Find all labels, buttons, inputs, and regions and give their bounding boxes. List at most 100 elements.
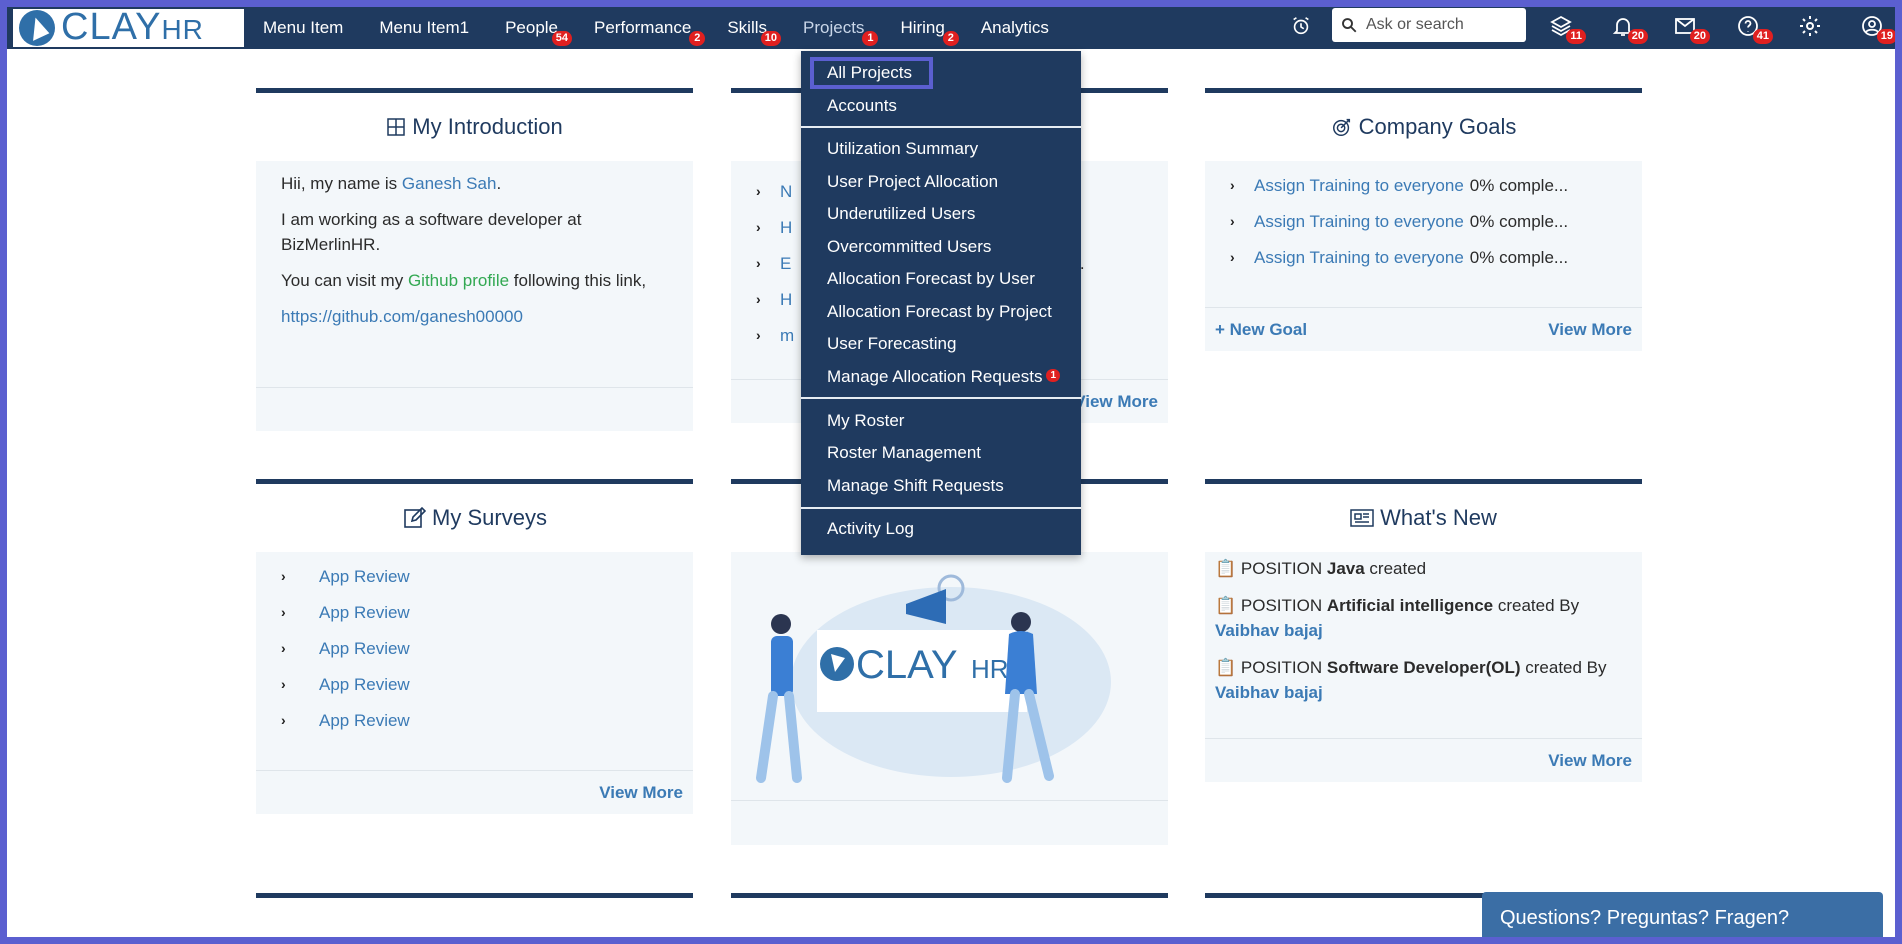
layers-icon[interactable]: 11 <box>1548 13 1586 44</box>
goal-row[interactable]: › Assign Training to everyone 0% comple... <box>1230 203 1617 239</box>
logo-text: CLAY <box>61 5 162 48</box>
support-badge: 19 <box>1876 29 1897 44</box>
performance-badge: 2 <box>689 31 706 46</box>
intro-title: My Introduction <box>412 114 563 139</box>
menu-item-user-project-allocation[interactable]: User Project Allocation <box>827 172 998 192</box>
menu-item-activity-log[interactable]: Activity Log <box>827 519 914 539</box>
chevron-right-icon: › <box>756 326 761 343</box>
menu-item-allocation-forecast-by-user[interactable]: Allocation Forecast by User <box>827 269 1035 289</box>
bell-icon[interactable]: 20 <box>1610 13 1648 44</box>
news-item: 📋 POSITION Software Developer(OL) create… <box>1215 658 1607 702</box>
chevron-right-icon: › <box>281 675 286 692</box>
survey-row[interactable]: › App Review <box>281 558 668 594</box>
menu-item-manage-shift-requests[interactable]: Manage Shift Requests <box>827 476 1004 496</box>
nav-menu-item1[interactable]: Menu Item1 <box>379 18 469 38</box>
nav-skills[interactable]: Skills 10 <box>727 18 782 46</box>
bottom-card-top <box>256 893 693 898</box>
search-icon <box>1342 18 1357 33</box>
newspaper-icon <box>1350 508 1374 528</box>
hiring-badge: 2 <box>942 31 959 46</box>
menu-item-utilization-summary[interactable]: Utilization Summary <box>827 139 978 159</box>
layers-badge: 11 <box>1566 29 1586 44</box>
chevron-right-icon: › <box>1230 212 1235 229</box>
survey-row[interactable]: › App Review <box>281 702 668 738</box>
illustration-logo-suffix: HR <box>971 654 1009 684</box>
projects-dropdown-menu: All Projects Accounts Utilization Summar… <box>801 51 1081 555</box>
chevron-right-icon: › <box>1230 248 1235 265</box>
chevron-right-icon: › <box>281 639 286 656</box>
support-icon[interactable]: 19 <box>1859 13 1897 44</box>
search-box[interactable] <box>1332 8 1526 42</box>
menu-divider <box>801 397 1081 399</box>
menu-item-user-forecasting[interactable]: User Forecasting <box>827 334 956 354</box>
github-profile-link[interactable]: Github profile <box>408 271 509 290</box>
nav-performance[interactable]: Performance 2 <box>594 18 706 46</box>
alarm-clock-icon[interactable] <box>1288 13 1314 39</box>
intro-occupation: I am working as a software developer at … <box>281 210 582 254</box>
whats-new-view-more-link[interactable]: View More <box>1548 751 1632 771</box>
news-item: 📋 POSITION Java created <box>1215 559 1427 578</box>
github-url-link[interactable]: https://github.com/ganesh00000 <box>281 307 523 326</box>
nav-hiring[interactable]: Hiring 2 <box>900 18 959 46</box>
news-author-link[interactable]: Vaibhav bajaj <box>1215 621 1323 640</box>
surveys-view-more-link[interactable]: View More <box>599 783 683 803</box>
menu-item-roster-management[interactable]: Roster Management <box>827 443 981 463</box>
survey-row[interactable]: › App Review <box>281 630 668 666</box>
menu-item-overcommitted-users[interactable]: Overcommitted Users <box>827 237 991 257</box>
logo-suffix: HR <box>161 13 204 45</box>
goal-row[interactable]: › Assign Training to everyone 0% comple... <box>1230 239 1617 275</box>
whats-new-title: What's New <box>1380 505 1497 530</box>
top-navbar: CLAYHR Menu Item Menu Item1 People 54 Per… <box>7 5 1897 49</box>
skills-badge: 10 <box>760 31 782 46</box>
goals-view-more-link[interactable]: View More <box>1548 320 1632 340</box>
clayhr-illustration: CLAY HR <box>756 574 1111 783</box>
mail-icon[interactable]: 20 <box>1672 13 1710 44</box>
people-badge: 54 <box>551 31 573 46</box>
search-input[interactable] <box>1364 15 1518 35</box>
menu-item-all-projects[interactable]: All Projects <box>827 63 912 83</box>
nav-people[interactable]: People 54 <box>505 18 573 46</box>
bell-badge: 20 <box>1627 29 1648 44</box>
intro-footer <box>256 387 693 431</box>
illustration-logo-text: CLAY <box>856 643 958 687</box>
intro-card: My Introduction Hii, my name is Ganesh S… <box>256 88 693 431</box>
chat-widget-button[interactable]: Questions? Preguntas? Fragen? <box>1482 892 1883 944</box>
chevron-right-icon: › <box>756 290 761 307</box>
menu-item-my-roster[interactable]: My Roster <box>827 411 904 431</box>
nav-projects[interactable]: Projects 1 <box>803 18 879 46</box>
grid-icon <box>386 117 406 137</box>
mail-badge: 20 <box>1689 29 1710 44</box>
menu-item-underutilized-users[interactable]: Underutilized Users <box>827 204 975 224</box>
whats-new-card: What's New 📋 POSITION Java created 📋 POS… <box>1205 479 1642 782</box>
clayhr-logo[interactable]: CLAYHR <box>13 5 244 48</box>
menu-item-accounts[interactable]: Accounts <box>827 96 897 116</box>
main-menu: Menu Item Menu Item1 People 54 Performanc… <box>263 7 1085 49</box>
projects-badge: 1 <box>862 31 879 46</box>
gear-icon[interactable] <box>1797 13 1823 39</box>
chevron-right-icon: › <box>756 182 761 199</box>
help-icon[interactable]: 41 <box>1735 13 1773 44</box>
menu-item-allocation-forecast-by-project[interactable]: Allocation Forecast by Project <box>827 302 1052 322</box>
nav-analytics[interactable]: Analytics <box>981 18 1049 38</box>
chevron-right-icon: › <box>281 711 286 728</box>
bottom-card-top <box>731 893 1168 898</box>
chevron-right-icon: › <box>281 603 286 620</box>
nav-menu-item[interactable]: Menu Item <box>263 18 343 38</box>
clipboard-icon: 📋 <box>1215 559 1237 578</box>
survey-row[interactable]: › App Review <box>281 666 668 702</box>
chat-label: Questions? Preguntas? Fragen? <box>1500 906 1790 929</box>
goals-title: Company Goals <box>1358 114 1517 139</box>
goal-row[interactable]: › Assign Training to everyone 0% comple... <box>1230 167 1617 203</box>
menu-item-manage-allocation-requests[interactable]: Manage Allocation Requests 1 <box>827 367 1061 387</box>
menu-divider <box>801 507 1081 509</box>
company-goals-card: Company Goals › Assign Training to everyo… <box>1205 88 1642 351</box>
allocation-requests-badge: 1 <box>1046 369 1061 382</box>
survey-row[interactable]: › App Review <box>281 594 668 630</box>
new-goal-link[interactable]: + New Goal <box>1215 320 1307 340</box>
chevron-right-icon: › <box>281 567 286 584</box>
middle-view-more-link[interactable]: View More <box>1074 392 1158 412</box>
news-item: 📋 POSITION Artificial intelligence creat… <box>1215 596 1580 640</box>
user-name-link[interactable]: Ganesh Sah <box>402 174 497 193</box>
news-author-link[interactable]: Vaibhav bajaj <box>1215 683 1323 702</box>
chevron-right-icon: › <box>1230 176 1235 193</box>
